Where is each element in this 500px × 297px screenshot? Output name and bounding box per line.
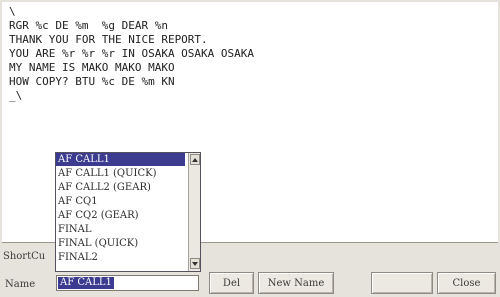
macro-line-5: HOW COPY? BTU %c DE %m KN (9, 75, 175, 88)
dropdown-option[interactable]: FINAL (56, 223, 92, 236)
disabled-button (371, 272, 433, 294)
scroll-up-button[interactable] (190, 154, 200, 165)
name-label: Name (5, 279, 36, 290)
macro-line-2: THANK YOU FOR THE NICE REPORT. (9, 33, 208, 46)
name-combobox-value: AF CALL1 (58, 277, 114, 289)
dropdown-option[interactable]: AF CALL1 (QUICK) (56, 167, 157, 180)
arrow-down-icon (192, 261, 198, 266)
dropdown-option[interactable]: FINAL2 (56, 251, 98, 264)
macro-line-3: YOU ARE %r %r %r IN OSAKA OSAKA OSAKA (9, 47, 255, 60)
dropdown-option[interactable]: FINAL (QUICK) (56, 237, 138, 250)
macro-line-1: RGR %c DE %m %g DEAR %n (9, 19, 168, 32)
new-name-button[interactable]: New Name (258, 272, 334, 294)
dropdown-option[interactable]: AF CQ1 (56, 195, 98, 208)
macro-editor-window: \ RGR %c DE %m %g DEAR %n THANK YOU FOR … (0, 0, 500, 297)
arrow-up-icon (192, 157, 198, 162)
cursor-mark-top: \ (9, 5, 16, 18)
macro-line-4: MY NAME IS MAKO MAKO MAKO (9, 61, 175, 74)
shortcut-label: ShortCu (3, 251, 46, 262)
name-combobox[interactable]: AF CALL1 (56, 275, 199, 291)
name-dropdown-list[interactable]: AF CALL1 AF CALL1 (QUICK) AF CALL2 (GEAR… (55, 152, 201, 272)
close-button[interactable]: Close (437, 272, 496, 294)
cursor-mark-bottom: _\ (9, 89, 23, 102)
dropdown-scrollbar[interactable] (188, 153, 200, 271)
dropdown-option[interactable]: AF CALL1 (56, 153, 185, 166)
scroll-down-button[interactable] (190, 258, 200, 269)
scrollbar-thumb[interactable] (190, 167, 200, 255)
dropdown-option[interactable]: AF CQ2 (GEAR) (56, 209, 139, 222)
delete-button[interactable]: Del (209, 272, 254, 294)
dropdown-option[interactable]: AF CALL2 (GEAR) (56, 181, 151, 194)
